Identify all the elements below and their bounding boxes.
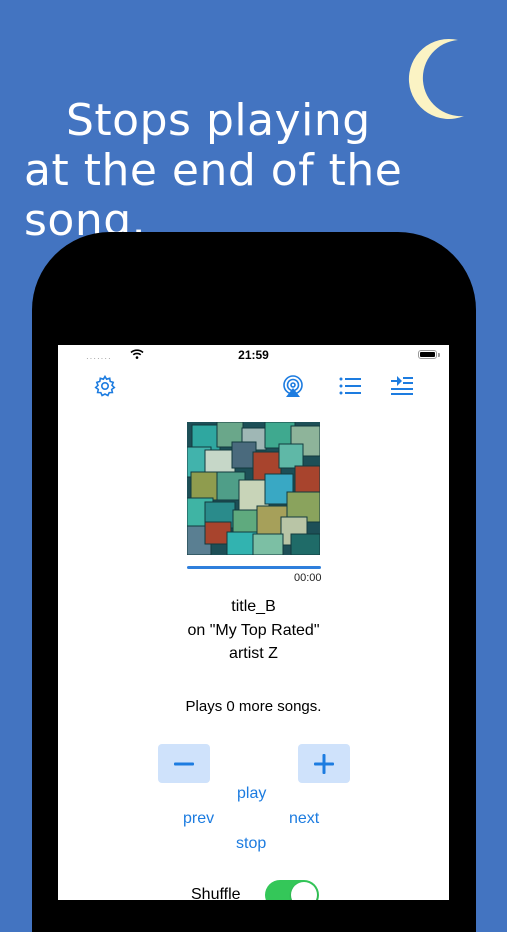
prev-button[interactable]: prev [183,810,214,828]
shuffle-label: Shuffle [191,886,241,900]
artist-name: artist Z [229,645,278,662]
elapsed-time: 00:00 [294,572,322,584]
playlist-button[interactable] [337,373,363,399]
airplay-button[interactable] [280,373,306,399]
decrease-button[interactable] [158,744,210,783]
battery-icon [418,350,437,359]
moon-icon [408,38,464,119]
shuffle-toggle[interactable] [265,880,319,900]
album-artwork [187,422,320,555]
queue-icon [391,376,413,395]
clock: 21:59 [238,348,269,362]
increase-button[interactable] [298,744,350,783]
settings-button[interactable] [92,373,118,399]
play-button[interactable]: play [237,785,266,803]
headline-line-2: at the end of the song. [24,145,403,246]
battery-tip [438,353,440,357]
plus-icon [314,753,334,774]
playlist-name: on "My Top Rated" [187,622,320,639]
song-title: title_B [231,598,276,615]
song-progress-bar[interactable] [187,566,321,569]
toggle-knob [291,882,317,900]
stop-button[interactable]: stop [236,835,266,853]
airplay-icon [283,375,303,397]
queue-button[interactable] [389,373,415,399]
plays-remaining: Plays 0 more songs. [185,698,322,715]
status-bar: ······· 21:59 [58,345,449,367]
minus-icon [174,762,194,765]
phone-screen: ······· 21:59 00:00 title_B on "My Top R… [58,345,449,900]
gear-icon [94,374,116,397]
list-icon [339,377,361,395]
next-button[interactable]: next [289,810,319,828]
